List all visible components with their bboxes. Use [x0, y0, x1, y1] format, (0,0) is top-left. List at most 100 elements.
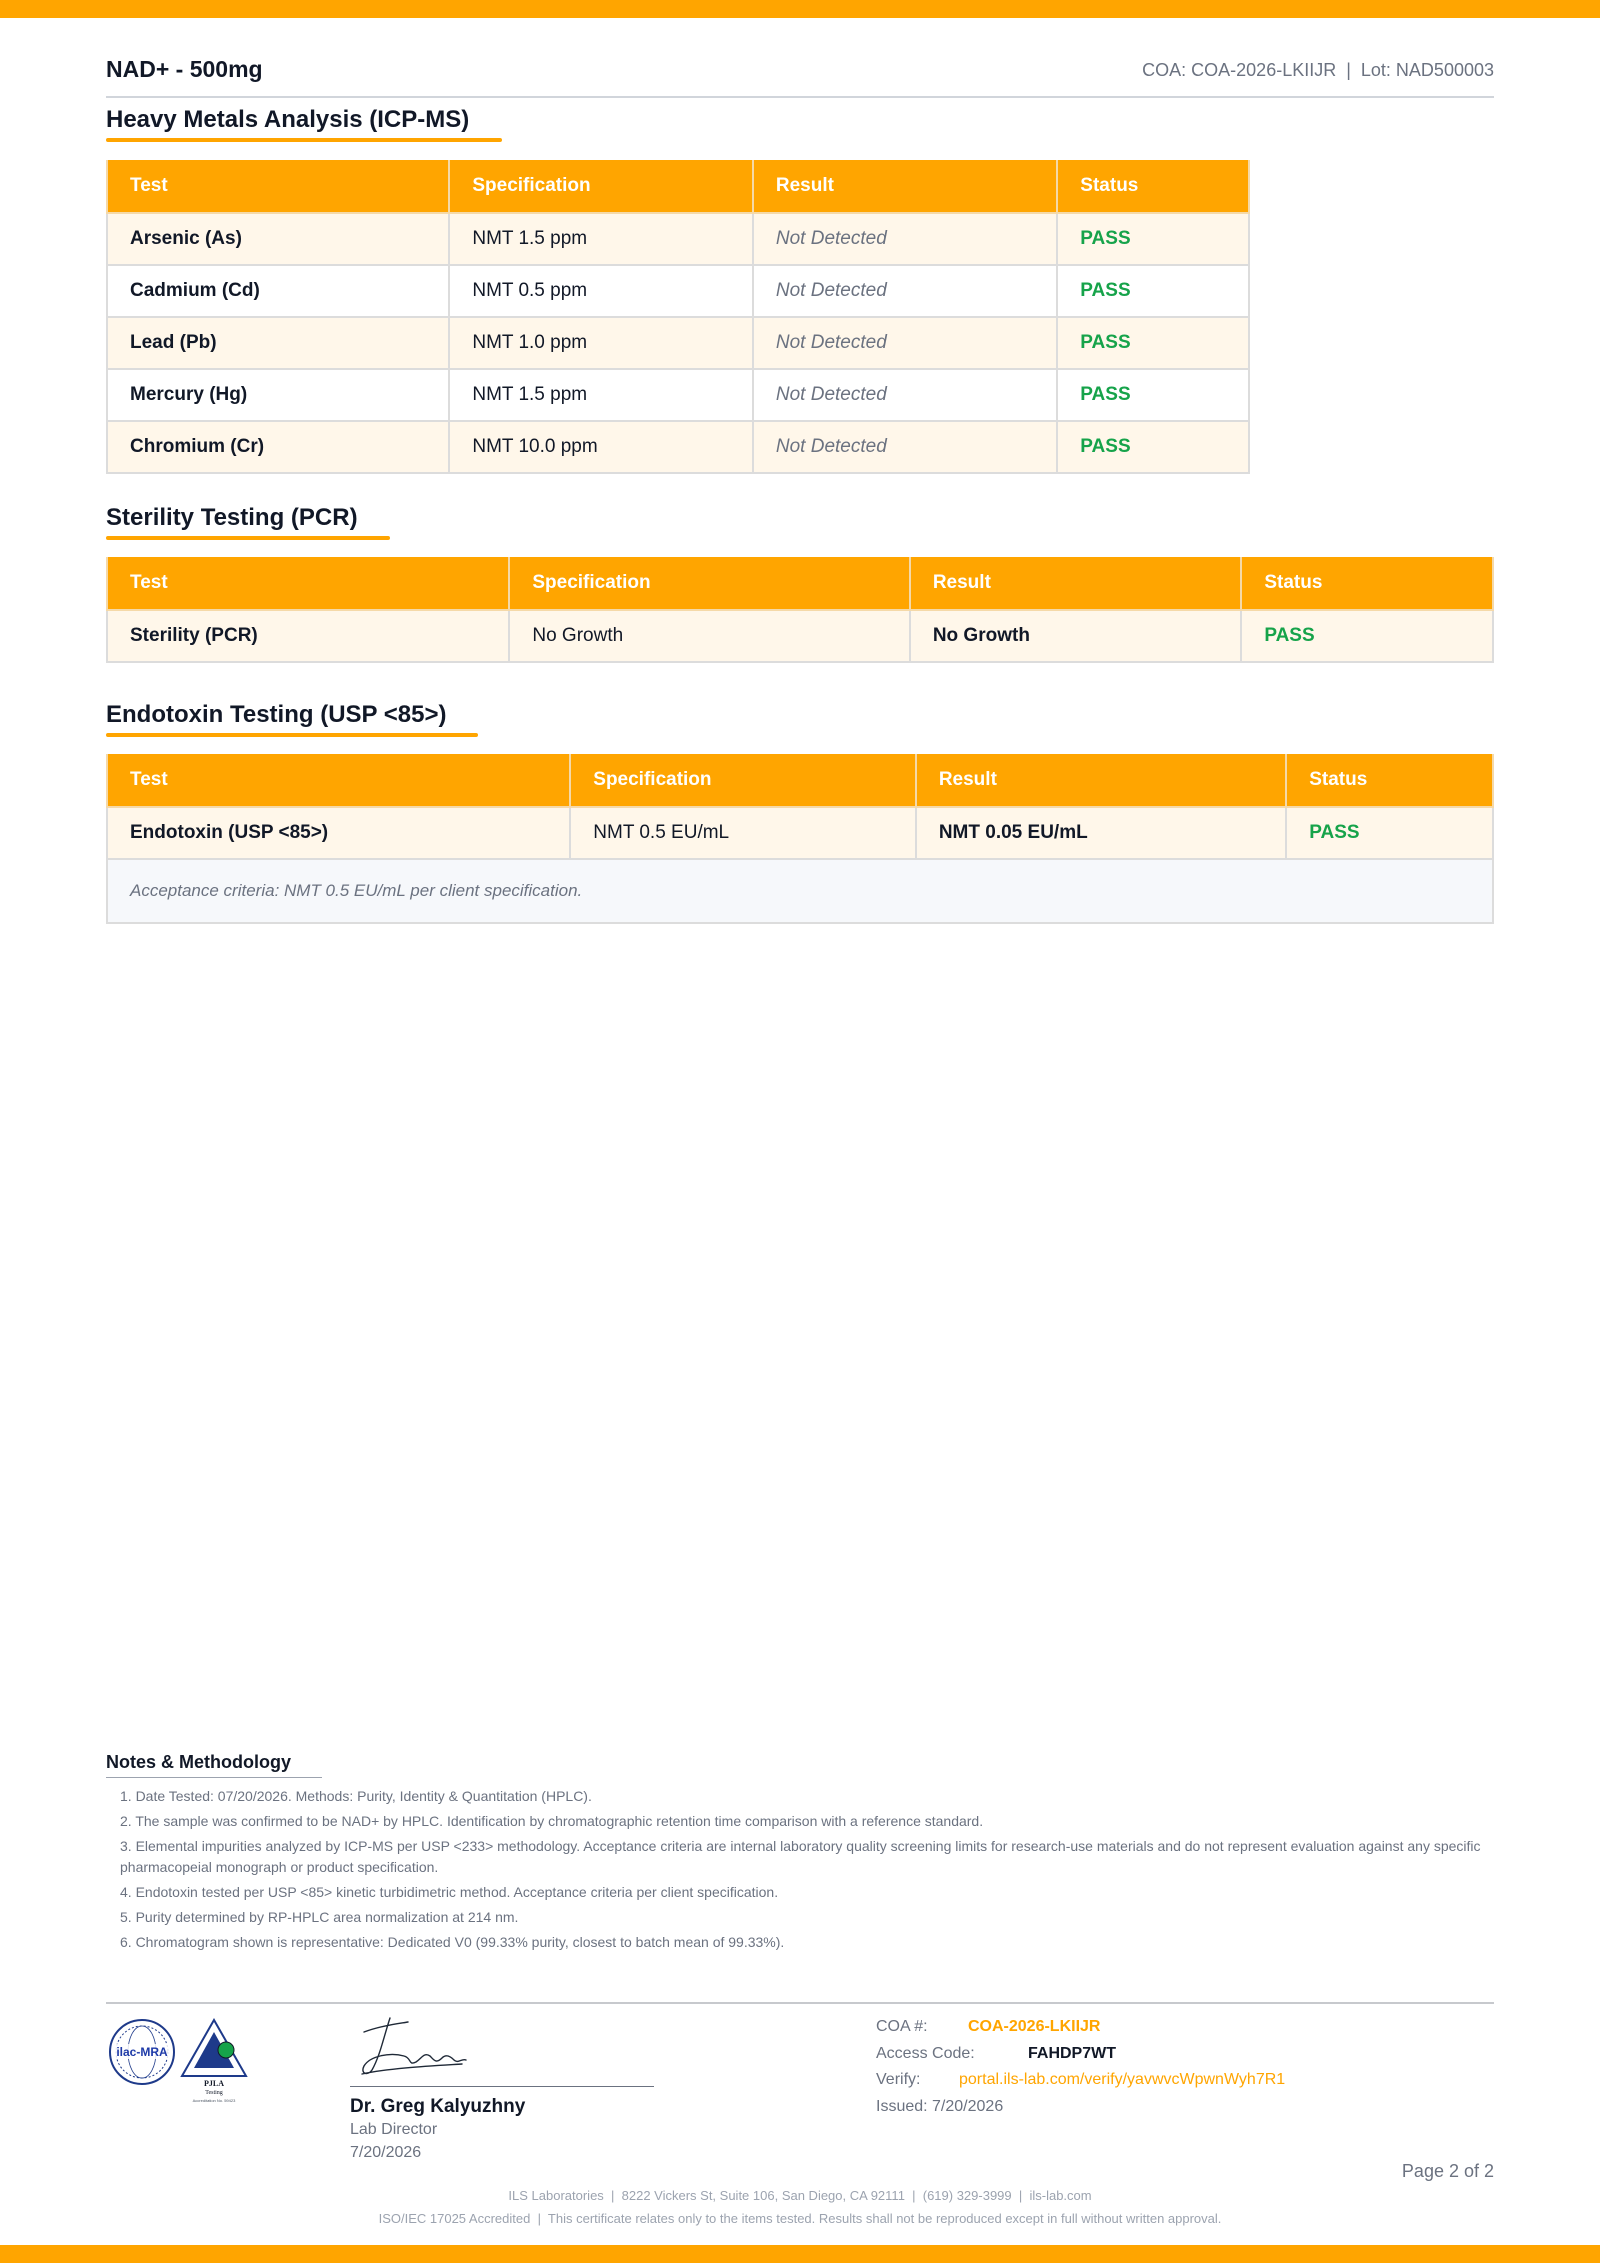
col-result: Result — [908, 557, 1243, 611]
specification: NMT 10.0 ppm — [448, 420, 754, 474]
table-row: Endotoxin (USP <85>) NMT 0.5 EU/mL NMT 0… — [105, 806, 1494, 860]
endotoxin-underline — [106, 733, 478, 737]
ilac-mra-logo: ilac-MRA — [109, 2019, 175, 2085]
specification: NMT 0.5 ppm — [448, 264, 754, 318]
specification: No Growth — [508, 609, 911, 663]
result: Not Detected — [751, 212, 1059, 266]
note-item: 4. Endotoxin tested per USP <85> kinetic… — [120, 1884, 779, 1900]
coa-number-value: COA-2026-LKIIJR — [968, 2018, 1101, 2035]
heavy-metals-underline — [106, 138, 502, 142]
signature-line — [350, 2086, 654, 2087]
note-item: 5. Purity determined by RP-HPLC area nor… — [120, 1909, 519, 1925]
specification: NMT 1.5 ppm — [448, 368, 754, 422]
acceptance-note-row: Acceptance criteria: NMT 0.5 EU/mL per c… — [106, 858, 1494, 924]
verify-link[interactable]: portal.ils-lab.com/verify/yavwvcWpwnWyh7… — [959, 2071, 1285, 2089]
accreditation-logos: ilac-MRA PJLA Testing Accreditation No. … — [109, 2018, 248, 2103]
status-badge: PASS — [1285, 806, 1494, 860]
verify-label: Verify: — [876, 2071, 921, 2088]
acceptance-note: Acceptance criteria: NMT 0.5 EU/mL per c… — [106, 858, 1494, 924]
col-specification: Specification — [508, 557, 911, 611]
col-specification: Specification — [569, 754, 917, 808]
svg-text:ilac-MRA: ilac-MRA — [116, 2045, 168, 2059]
coa-number-label: COA #: — [876, 2018, 928, 2035]
specification: NMT 1.0 ppm — [448, 316, 754, 370]
footer-divider — [106, 2002, 1494, 2004]
issued-date: Issued: 7/20/2026 — [876, 2098, 1004, 2115]
test-name: Cadmium (Cd) — [105, 264, 451, 318]
test-name: Mercury (Hg) — [105, 368, 451, 422]
table-row: Mercury (Hg) NMT 1.5 ppm Not Detected PA… — [105, 368, 1250, 422]
signature-date: 7/20/2026 — [350, 2144, 422, 2161]
endotoxin-title: Endotoxin Testing (USP <85>) — [106, 701, 447, 728]
col-status: Status — [1056, 160, 1250, 214]
test-name: Lead (Pb) — [105, 316, 451, 370]
access-code-label: Access Code: — [876, 2045, 975, 2062]
signer-name: Dr. Greg Kalyuzhny — [350, 2096, 526, 2117]
pjla-logo: PJLA Testing Accreditation No. 59423 — [180, 2018, 248, 2103]
signature-image — [361, 2017, 467, 2075]
svg-text:Testing: Testing — [205, 2090, 223, 2096]
notes-underline — [106, 1777, 322, 1778]
col-test: Test — [105, 557, 511, 611]
status-badge: PASS — [1240, 609, 1494, 663]
coa-number-row: COA #: COA-2026-LKIIJR — [876, 2018, 1100, 2036]
col-test: Test — [105, 754, 572, 808]
specification: NMT 1.5 ppm — [448, 212, 754, 266]
table-row: Cadmium (Cd) NMT 0.5 ppm Not Detected PA… — [105, 264, 1250, 318]
lab-address: ILS Laboratories | 8222 Vickers St, Suit… — [508, 2188, 1092, 2203]
note-item: 3. Elemental impurities analyzed by ICP-… — [120, 1838, 1481, 1875]
status-badge: PASS — [1056, 420, 1250, 474]
status-badge: PASS — [1056, 316, 1250, 370]
col-status: Status — [1240, 557, 1494, 611]
table-header-row: Test Specification Result Status — [105, 557, 1494, 611]
certificate-page: NAD+ - 500mg COA: COA-2026-LKIIJR | Lot:… — [105, 0, 1494, 2245]
sterility-table: Test Specification Result Status Sterili… — [105, 557, 1494, 663]
access-code-row: Access Code: FAHDP7WT — [876, 2045, 1116, 2063]
col-status: Status — [1285, 754, 1494, 808]
status-badge: PASS — [1056, 368, 1250, 422]
accreditation-statement: ISO/IEC 17025 Accredited | This certific… — [378, 2211, 1222, 2226]
note-item: 2. The sample was confirmed to be NAD+ b… — [120, 1813, 984, 1829]
table-row: Sterility (PCR) No Growth No Growth PASS — [105, 609, 1494, 663]
bottom-accent-bar — [0, 2245, 1600, 2263]
note-item: 1. Date Tested: 07/20/2026. Methods: Pur… — [120, 1788, 592, 1804]
test-name: Chromium (Cr) — [105, 420, 451, 474]
test-name: Sterility (PCR) — [105, 609, 511, 663]
product-title: NAD+ - 500mg — [106, 56, 263, 82]
table-row: Arsenic (As) NMT 1.5 ppm Not Detected PA… — [105, 212, 1250, 266]
verify-row: Verify: portal.ils-lab.com/verify/yavwvc… — [876, 2071, 1285, 2089]
heavy-metals-table: Test Specification Result Status Arsenic… — [105, 160, 1250, 474]
col-result: Result — [751, 160, 1059, 214]
table-row: Chromium (Cr) NMT 10.0 ppm Not Detected … — [105, 420, 1250, 474]
notes-list: 1. Date Tested: 07/20/2026. Methods: Pur… — [120, 1786, 1494, 1957]
result: Not Detected — [751, 264, 1059, 318]
result: NMT 0.05 EU/mL — [914, 806, 1288, 860]
table-row: Lead (Pb) NMT 1.0 ppm Not Detected PASS — [105, 316, 1250, 370]
result: Not Detected — [751, 316, 1059, 370]
result: No Growth — [908, 609, 1243, 663]
page-number: Page 2 of 2 — [1401, 2161, 1494, 2181]
endotoxin-table: Test Specification Result Status Endotox… — [105, 754, 1494, 924]
heavy-metals-title: Heavy Metals Analysis (ICP-MS) — [106, 106, 470, 133]
coa-lot-reference: COA: COA-2026-LKIIJR | Lot: NAD500003 — [1142, 60, 1494, 80]
col-test: Test — [105, 160, 451, 214]
note-item: 6. Chromatogram shown is representative:… — [120, 1934, 785, 1950]
result: Not Detected — [751, 420, 1059, 474]
col-result: Result — [914, 754, 1288, 808]
sterility-title: Sterility Testing (PCR) — [106, 504, 358, 531]
status-badge: PASS — [1056, 264, 1250, 318]
test-name: Endotoxin (USP <85>) — [105, 806, 572, 860]
svg-text:Accreditation No. 59423: Accreditation No. 59423 — [193, 2098, 236, 2103]
sterility-underline — [106, 536, 390, 540]
access-code-value: FAHDP7WT — [1028, 2045, 1116, 2062]
specification: NMT 0.5 EU/mL — [569, 806, 917, 860]
signer-role: Lab Director — [350, 2121, 438, 2138]
svg-text:PJLA: PJLA — [204, 2079, 224, 2088]
table-header-row: Test Specification Result Status — [105, 160, 1250, 214]
status-badge: PASS — [1056, 212, 1250, 266]
page-header: NAD+ - 500mg COA: COA-2026-LKIIJR | Lot:… — [106, 52, 1494, 98]
result: Not Detected — [751, 368, 1059, 422]
test-name: Arsenic (As) — [105, 212, 451, 266]
table-header-row: Test Specification Result Status — [105, 754, 1494, 808]
notes-title: Notes & Methodology — [106, 1752, 291, 1772]
